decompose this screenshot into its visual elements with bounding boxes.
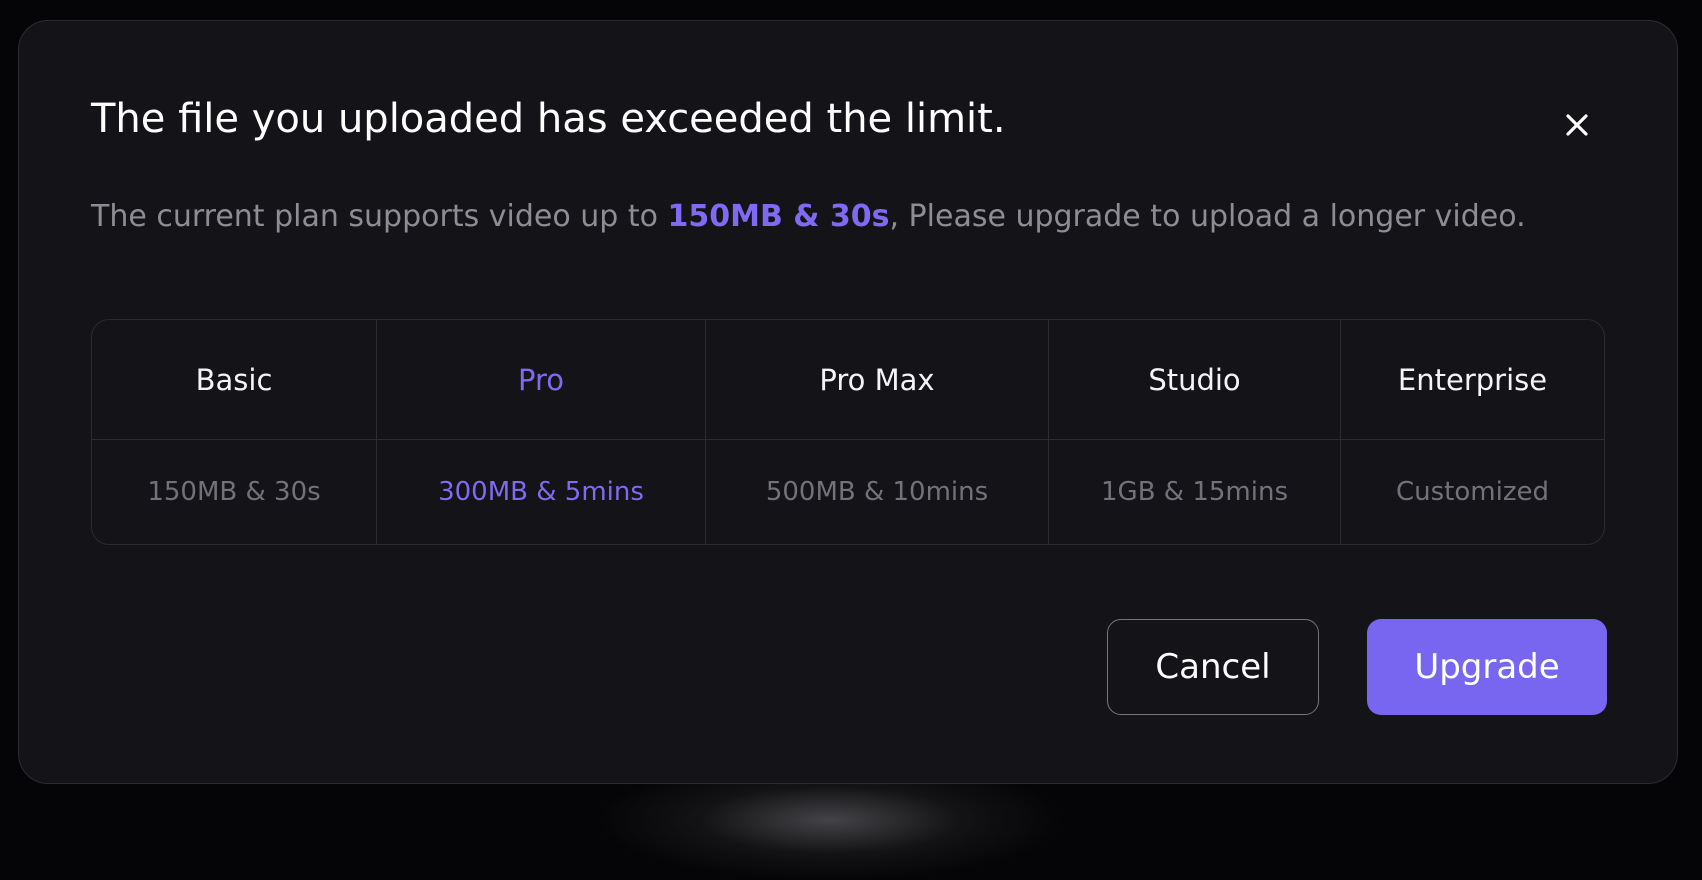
plan-header-pro-max: Pro Max xyxy=(706,320,1049,440)
plan-limit-pro-max: 500MB & 10mins xyxy=(706,440,1049,544)
dialog-subtitle: The current plan supports video up to 15… xyxy=(91,199,1526,235)
dialog-title: The file you uploaded has exceeded the l… xyxy=(91,96,1006,142)
close-icon xyxy=(1566,114,1588,136)
plan-header-studio: Studio xyxy=(1049,320,1341,440)
subtitle-suffix: , Please upgrade to upload a longer vide… xyxy=(889,199,1526,234)
close-button[interactable] xyxy=(1557,105,1597,145)
plan-limit-pro: 300MB & 5mins xyxy=(377,440,706,544)
plan-limit-basic: 150MB & 30s xyxy=(92,440,377,544)
upgrade-button[interactable]: Upgrade xyxy=(1367,619,1607,715)
plan-limit-studio: 1GB & 15mins xyxy=(1049,440,1341,544)
cancel-button[interactable]: Cancel xyxy=(1107,619,1319,715)
subtitle-prefix: The current plan supports video up to xyxy=(91,199,668,234)
plan-header-basic: Basic xyxy=(92,320,377,440)
plan-comparison-table: Basic Pro Pro Max Studio Enterprise 150M… xyxy=(91,319,1605,545)
plan-limit-enterprise: Customized xyxy=(1396,477,1549,507)
current-plan-limit: 150MB & 30s xyxy=(667,199,890,234)
upload-limit-dialog: The file you uploaded has exceeded the l… xyxy=(18,20,1678,784)
plan-header-enterprise: Enterprise xyxy=(1341,320,1604,440)
plan-header-pro: Pro xyxy=(377,320,706,440)
